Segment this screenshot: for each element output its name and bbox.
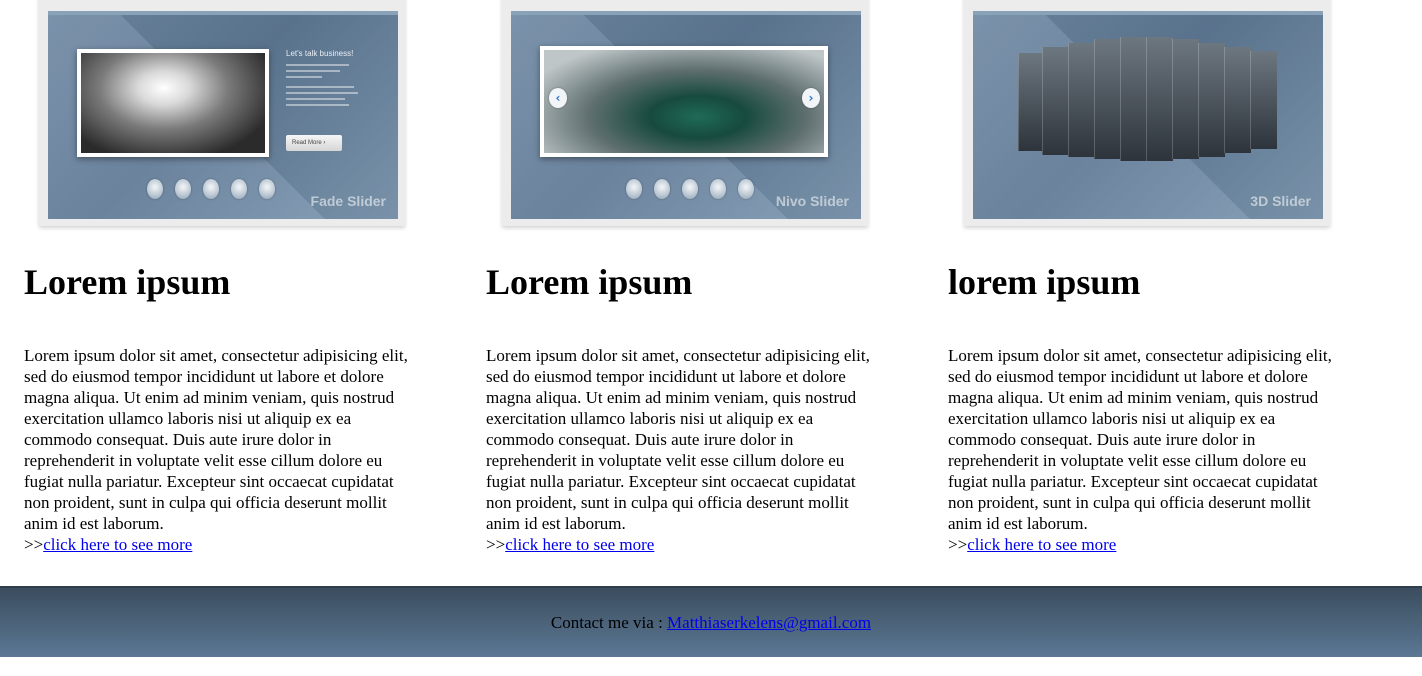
- 3d-slider-thumbnail[interactable]: 3D Slider: [964, 0, 1330, 226]
- slider-name: 3D Slider: [1250, 193, 1311, 209]
- card-title: Lorem ipsum: [24, 262, 231, 302]
- contact-line: Contact me via : Matthiaserkelens@gmail.…: [0, 588, 1422, 634]
- card-description: Lorem ipsum dolor sit amet, consectetur …: [24, 346, 408, 554]
- slider-dots: [626, 179, 754, 199]
- preview-text-block: Let's talk business!: [286, 49, 376, 110]
- slider-name: Fade Slider: [310, 193, 386, 209]
- slider-name: Nivo Slider: [775, 193, 849, 209]
- car-photo: [540, 46, 828, 157]
- fade-slider-thumbnail[interactable]: Let's talk business! Read More › Fade Sl…: [39, 0, 405, 226]
- see-more-link[interactable]: click here to see more: [967, 535, 1116, 554]
- nivo-slider-preview: ‹ › Nivo Slider: [511, 11, 861, 219]
- chevron-left-icon: ‹: [549, 88, 567, 108]
- preview-heading: Let's talk business!: [286, 49, 354, 58]
- card-description: Lorem ipsum dolor sit amet, consectetur …: [486, 346, 870, 554]
- 3d-slider-preview: 3D Slider: [973, 11, 1323, 219]
- fade-slider-preview: Let's talk business! Read More › Fade Sl…: [48, 11, 398, 219]
- card-title: lorem ipsum: [948, 262, 1141, 302]
- card-description: Lorem ipsum dolor sit amet, consectetur …: [948, 346, 1332, 554]
- footer: Contact me via : Matthiaserkelens@gmail.…: [0, 586, 1422, 657]
- chevron-right-icon: ›: [802, 88, 820, 108]
- preview-read-more-button: Read More ›: [286, 135, 342, 151]
- nivo-slider-thumbnail[interactable]: ‹ › Nivo Slider: [502, 0, 868, 226]
- contact-label: Contact me via :: [550, 613, 668, 632]
- contact-email-link[interactable]: Matthiaserkelens@gmail.com: [667, 613, 871, 632]
- angel-photo: [77, 49, 269, 157]
- see-more-link[interactable]: click here to see more: [505, 535, 654, 554]
- see-more-link[interactable]: click here to see more: [43, 535, 192, 554]
- slider-dots: [147, 179, 275, 199]
- card-title: Lorem ipsum: [486, 262, 693, 302]
